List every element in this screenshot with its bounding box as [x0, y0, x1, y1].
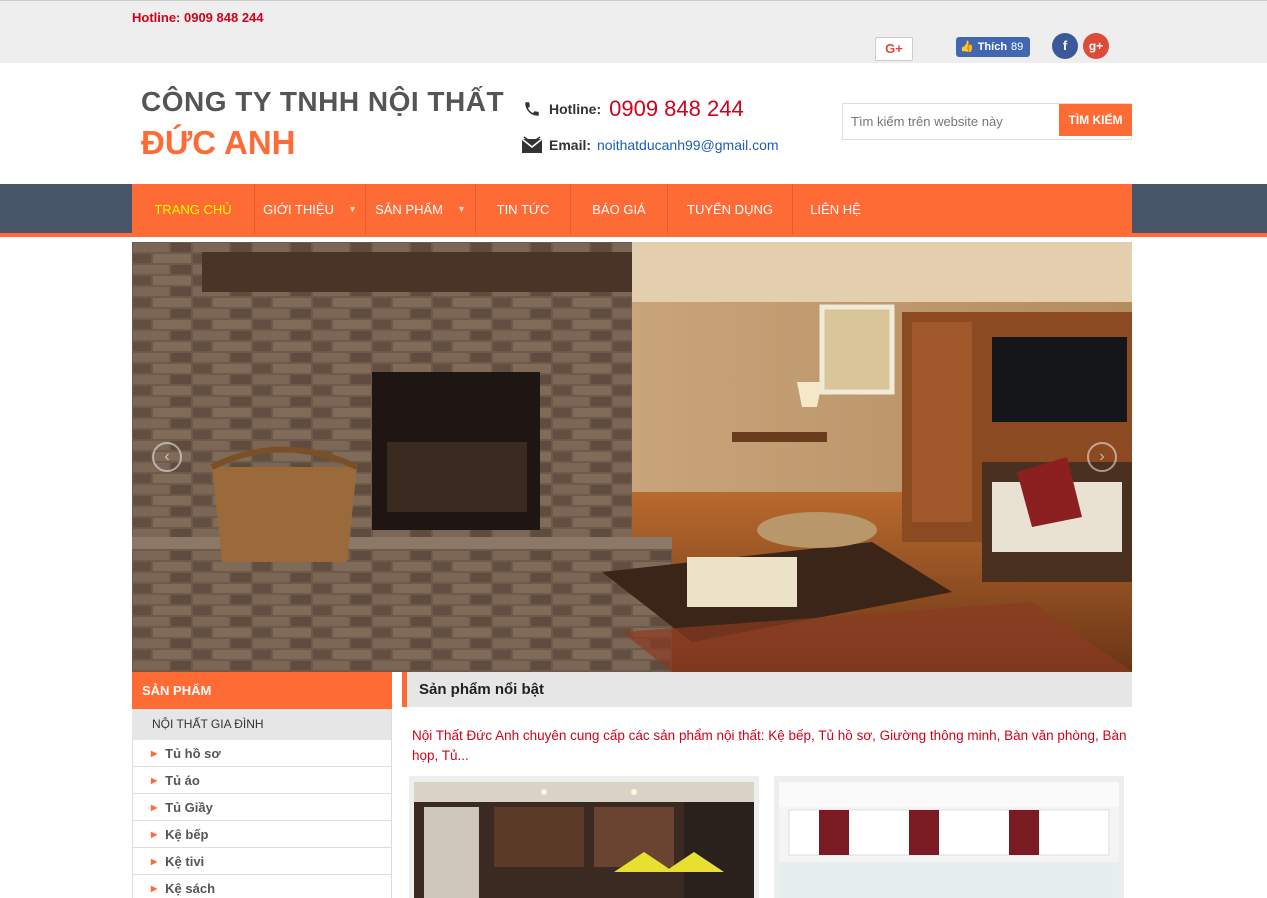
fb-like-label: Thích	[977, 41, 1008, 53]
nav-item-products[interactable]: SẢN PHẨM ▼	[366, 184, 476, 234]
hero-slider[interactable]	[132, 242, 1132, 672]
sidebar-item-label: Kệ bếp	[165, 826, 209, 842]
sidebar-item-ke-sach[interactable]: ▶ Kệ sách	[133, 875, 391, 898]
sidebar-item-tu-giay[interactable]: ▶ Tủ Giầy	[133, 794, 391, 821]
bullet-icon: ▶	[151, 856, 158, 866]
nav-label: SẢN PHẨM	[375, 201, 443, 217]
nav-item-careers[interactable]: TUYỂN DỤNG	[668, 184, 793, 234]
logo-company-line[interactable]: CÔNG TY TNHH NỘI THẤT	[141, 86, 504, 118]
phone-icon	[521, 100, 543, 118]
nav-label: BÁO GIÁ	[592, 201, 646, 217]
hotline-label: Hotline:	[549, 101, 602, 117]
search-button[interactable]: TÌM KIẾM	[1059, 104, 1132, 136]
nav-item-about[interactable]: GIỚI THIỆU ▼	[255, 184, 366, 234]
bullet-icon: ▶	[151, 775, 158, 785]
header-hotline: Hotline: 0909 848 244	[521, 96, 744, 122]
sidebar-category[interactable]: NỘI THẤT GIA ĐÌNH	[132, 709, 392, 740]
nav-label: TUYỂN DỤNG	[687, 201, 773, 217]
google-plus-label: G+	[885, 41, 903, 56]
sidebar-item-label: Kệ tivi	[165, 853, 205, 869]
nav-item-home[interactable]: TRANG CHỦ	[132, 184, 255, 234]
product-card[interactable]	[774, 776, 1124, 898]
header-email: Email: noithatducanh99@gmail.com	[521, 136, 779, 154]
envelope-icon	[521, 136, 543, 154]
nav-label: LIÊN HỆ	[810, 201, 861, 217]
nav-item-contact[interactable]: LIÊN HỆ	[793, 184, 878, 234]
nav-label: GIỚI THIỆU	[263, 201, 334, 217]
nav-label: TRANG CHỦ	[154, 201, 232, 217]
bullet-icon: ▶	[151, 883, 158, 893]
product-image-kitchen-dark	[414, 782, 754, 898]
caret-down-icon: ▼	[347, 204, 357, 214]
living-room-image	[132, 242, 1132, 672]
thumbs-up-icon: 👍	[960, 41, 974, 53]
featured-products-heading: Sản phẩm nổi bật	[402, 672, 1132, 707]
sidebar-item-ho-so[interactable]: ▶ Tủ hồ sơ	[133, 740, 391, 767]
sidebar-item-tu-ao[interactable]: ▶ Tủ áo	[133, 767, 391, 794]
google-plus-share-button[interactable]: G+	[875, 37, 913, 61]
hotline-number[interactable]: 0909 848 244	[609, 96, 744, 122]
logo-brand-name[interactable]: ĐỨC ANH	[141, 124, 295, 162]
sidebar-item-label: Tủ hồ sơ	[165, 745, 221, 761]
bullet-icon: ▶	[151, 748, 158, 758]
search-input[interactable]	[843, 104, 1059, 139]
facebook-icon[interactable]: f	[1052, 33, 1078, 59]
intro-text: Nội Thất Đức Anh chuyên cung cấp các sản…	[412, 728, 1127, 763]
fb-like-count: 89	[1011, 41, 1024, 53]
slider-prev-button[interactable]: ‹	[152, 442, 182, 472]
sidebar-item-label: Tủ áo	[165, 772, 200, 788]
main-nav: TRANG CHỦ GIỚI THIỆU ▼ SẢN PHẨM ▼ TIN TỨC …	[132, 184, 1132, 234]
top-hotline: Hotline: 0909 848 244	[132, 10, 264, 25]
email-label: Email:	[549, 137, 592, 153]
nav-item-pricing[interactable]: BÁO GIÁ	[571, 184, 668, 234]
product-card[interactable]	[409, 776, 759, 898]
sidebar-title: SẢN PHẨM	[132, 672, 392, 709]
bullet-icon: ▶	[151, 829, 158, 839]
google-plus-icon[interactable]: g+	[1083, 33, 1109, 59]
facebook-like-button[interactable]: 👍 Thích 89	[956, 37, 1030, 57]
sidebar-item-label: Kệ sách	[165, 880, 216, 896]
sidebar-item-label: Tủ Giầy	[165, 799, 213, 815]
nav-label: TIN TỨC	[496, 201, 550, 217]
bullet-icon: ▶	[151, 802, 158, 812]
sidebar-item-ke-tivi[interactable]: ▶ Kệ tivi	[133, 848, 391, 875]
caret-down-icon: ▼	[456, 204, 466, 214]
slider-next-button[interactable]: ›	[1087, 442, 1117, 472]
product-image-kitchen-white	[779, 782, 1119, 898]
email-link[interactable]: noithatducanh99@gmail.com	[597, 137, 779, 153]
nav-item-news[interactable]: TIN TỨC	[476, 184, 571, 234]
sidebar-list: ▶ Tủ hồ sơ ▶ Tủ áo ▶ Tủ Giầy ▶ Kệ bếp ▶ Kệ ti…	[132, 740, 392, 898]
sidebar-item-ke-bep[interactable]: ▶ Kệ bếp	[133, 821, 391, 848]
top-bar: Hotline: 0909 848 244 G+ 👍 Thích 89 f g+	[0, 0, 1267, 63]
search-box: TÌM KIẾM	[842, 103, 1132, 140]
